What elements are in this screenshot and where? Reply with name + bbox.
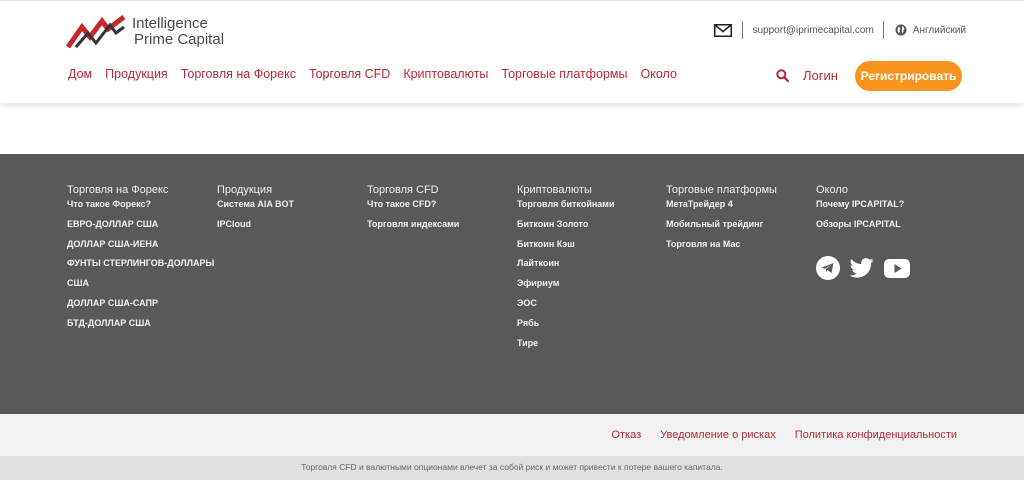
footer-link[interactable]: Торговля индексами — [367, 219, 459, 239]
footer-link[interactable]: Что такое Форекс? — [67, 199, 214, 219]
footer-column-products: Продукция Система AIA BOT IPCloud — [217, 184, 294, 239]
nav-item-about[interactable]: Около — [641, 67, 677, 81]
twitter-icon[interactable] — [850, 258, 874, 278]
privacy-policy-link[interactable]: Политика конфиденциальности — [795, 429, 957, 441]
footer-link[interactable]: Система AIA BOT — [217, 199, 294, 219]
footer-link[interactable]: Торговля биткойнами — [517, 199, 614, 219]
logo-line-1: Intelligence — [132, 15, 208, 32]
search-icon[interactable] — [776, 69, 789, 82]
footer-link[interactable]: МетаТрейдер 4 — [666, 199, 777, 219]
footer-link[interactable]: ЕВРО-ДОЛЛАР США — [67, 219, 214, 239]
footer-link[interactable]: Мобильный трейдинг — [666, 219, 777, 239]
register-button[interactable]: Регистрировать — [855, 61, 962, 91]
globe-icon[interactable] — [895, 24, 907, 36]
top-bar: support@iprimecapital.com Английский — [713, 21, 966, 39]
divider — [741, 21, 743, 39]
footer-link[interactable]: ФУНТЫ СТЕРЛИНГОВ-ДОЛЛАРЫ — [67, 258, 214, 278]
footer-link[interactable]: Тире — [517, 338, 614, 358]
footer-link[interactable]: Что такое CFD? — [367, 199, 459, 219]
nav-item-platforms[interactable]: Торговые платформы — [501, 67, 627, 81]
support-email[interactable]: support@iprimecapital.com — [753, 25, 874, 36]
logo-mark-icon — [66, 15, 126, 49]
nav-item-home[interactable]: Дом — [68, 67, 92, 81]
divider — [882, 21, 884, 39]
footer-link[interactable]: Обзоры IPCAPITAL — [816, 219, 904, 239]
language-selector[interactable]: Английский — [913, 25, 966, 36]
footer-column-title: Торговые платформы — [666, 184, 777, 196]
footer-column-title: Около — [816, 184, 849, 196]
footer-link[interactable]: США — [67, 278, 214, 298]
logo-line-2: Prime Capital — [134, 31, 225, 48]
nav-item-cfd[interactable]: Торговля CFD — [309, 67, 390, 81]
footer-link[interactable]: Торговля на Mac — [666, 239, 777, 259]
risk-disclaimer: Торговля CFD и валютными опционами влече… — [0, 456, 1024, 480]
footer-link[interactable]: ДОЛЛАР США-ИЕНА — [67, 239, 214, 259]
logo-text: Intelligence Prime Capital — [132, 16, 224, 48]
footer-column-crypto: Криптовалюты Торговля биткойнами Биткоин… — [517, 184, 614, 357]
footer-column-title: Торговля CFD — [367, 184, 439, 196]
social-links — [816, 256, 920, 280]
legal-links: Отказ Уведомление о рисках Политика конф… — [592, 429, 957, 441]
footer-column-cfd: Торговля CFD Что такое CFD? Торговля инд… — [367, 184, 459, 239]
footer-link[interactable]: БТД-ДОЛЛАР США — [67, 318, 214, 338]
youtube-icon[interactable] — [884, 258, 910, 278]
footer-column-forex: Торговля на Форекс Что такое Форекс? ЕВР… — [67, 184, 214, 338]
nav-item-forex[interactable]: Торговля на Форекс — [181, 67, 296, 81]
footer-link[interactable]: Биткоин Золото — [517, 219, 614, 239]
legal-bar: Отказ Уведомление о рисках Политика конф… — [0, 414, 1024, 456]
logo[interactable]: Intelligence Prime Capital — [66, 15, 224, 49]
footer-column-about: Около Почему IPCAPITAL? Обзоры IPCAPITAL — [816, 184, 904, 239]
mail-icon[interactable] — [713, 23, 732, 37]
nav-item-products[interactable]: Продукция — [105, 67, 168, 81]
footer-column-title: Продукция — [217, 184, 273, 196]
footer-link[interactable]: ДОЛЛАР США-САПР — [67, 298, 214, 318]
disclaimer-link[interactable]: Отказ — [611, 429, 641, 441]
footer-link[interactable]: IPCloud — [217, 219, 294, 239]
footer-link[interactable]: Биткоин Кэш — [517, 239, 614, 259]
nav-item-crypto[interactable]: Криптовалюты — [403, 67, 488, 81]
site-header: Intelligence Prime Capital support@iprim… — [0, 0, 1024, 103]
site-footer: Торговля на Форекс Что такое Форекс? ЕВР… — [0, 154, 1024, 414]
footer-link[interactable]: Рябь — [517, 318, 614, 338]
footer-link[interactable]: Почему IPCAPITAL? — [816, 199, 904, 219]
login-link[interactable]: Логин — [803, 68, 838, 83]
footer-link[interactable]: Эфириум — [517, 278, 614, 298]
footer-link[interactable]: ЭОС — [517, 298, 614, 318]
footer-column-title: Торговля на Форекс — [67, 184, 169, 196]
footer-column-title: Криптовалюты — [517, 184, 592, 196]
footer-link[interactable]: Лайткоин — [517, 258, 614, 278]
telegram-icon[interactable] — [816, 256, 840, 280]
risk-notice-link[interactable]: Уведомление о рисках — [660, 429, 776, 441]
main-nav: Дом Продукция Торговля на Форекс Торговл… — [68, 67, 690, 81]
footer-column-platforms: Торговые платформы МетаТрейдер 4 Мобильн… — [666, 184, 777, 258]
